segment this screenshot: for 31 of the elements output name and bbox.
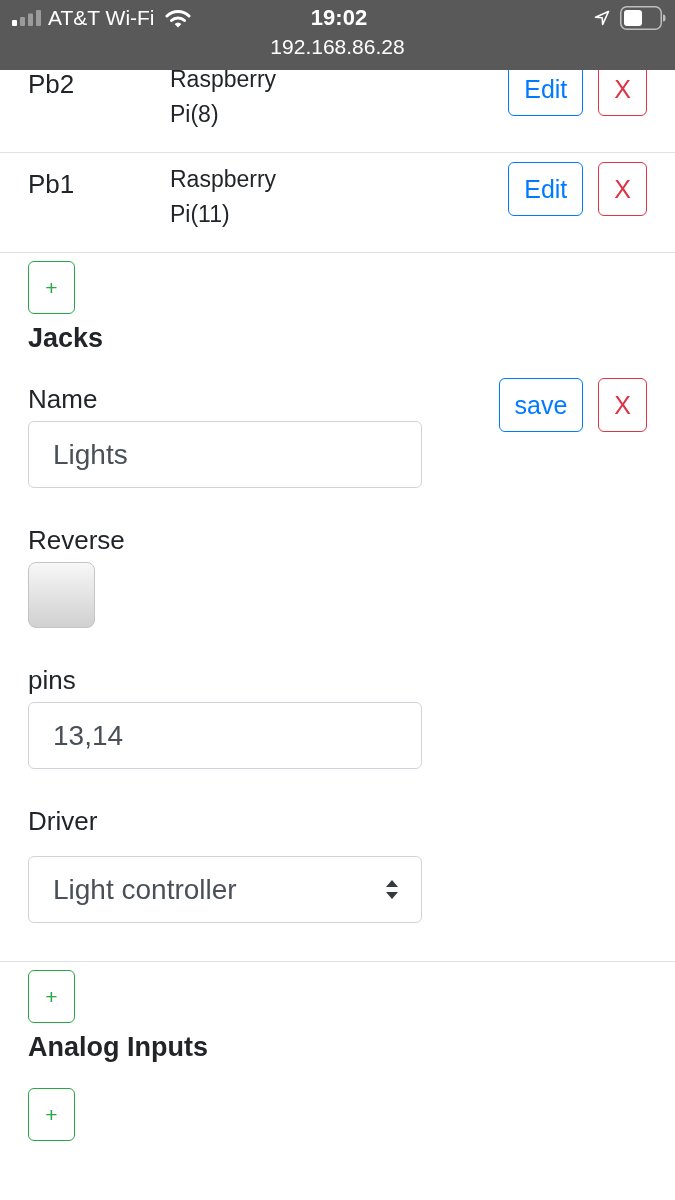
board-text: Raspberry Pi(11) [170,165,277,229]
signal-bars-icon [12,10,41,26]
text-input[interactable]: 13,14 [28,702,422,769]
page-url: 192.168.86.28 [270,36,405,58]
delete-button[interactable]: X [598,70,647,116]
add-button[interactable]: + [28,1088,75,1141]
save-button[interactable]: save [498,378,584,432]
clock-time: 19:02 [310,6,368,30]
field-label: Driver [28,805,98,838]
section-heading: Analog Inputs [28,1031,208,1064]
checkbox[interactable] [28,562,95,628]
field-label: Name [28,383,98,416]
delete-button[interactable]: X [598,162,647,216]
add-button[interactable]: + [28,970,75,1023]
field-label: pins [28,664,76,697]
item-name: Pb1 [28,168,75,201]
delete-button[interactable]: X [598,378,647,432]
battery-icon [620,6,666,30]
edit-button[interactable]: Edit [508,162,584,216]
add-button[interactable]: + [28,261,75,314]
text-input[interactable]: Lights [28,421,422,488]
location-arrow-icon [594,10,610,26]
edit-button[interactable]: Edit [508,70,584,116]
select-field[interactable]: Light controller [28,856,422,923]
field-label: Reverse [28,524,125,557]
item-name: Pb2 [28,70,75,101]
carrier-name: AT&T Wi-Fi [48,6,155,30]
board-text: Raspberry Pi(8) [170,70,277,129]
wifi-icon [164,8,191,28]
up-down-caret-icon [386,880,398,899]
section-heading: Jacks [28,322,104,355]
